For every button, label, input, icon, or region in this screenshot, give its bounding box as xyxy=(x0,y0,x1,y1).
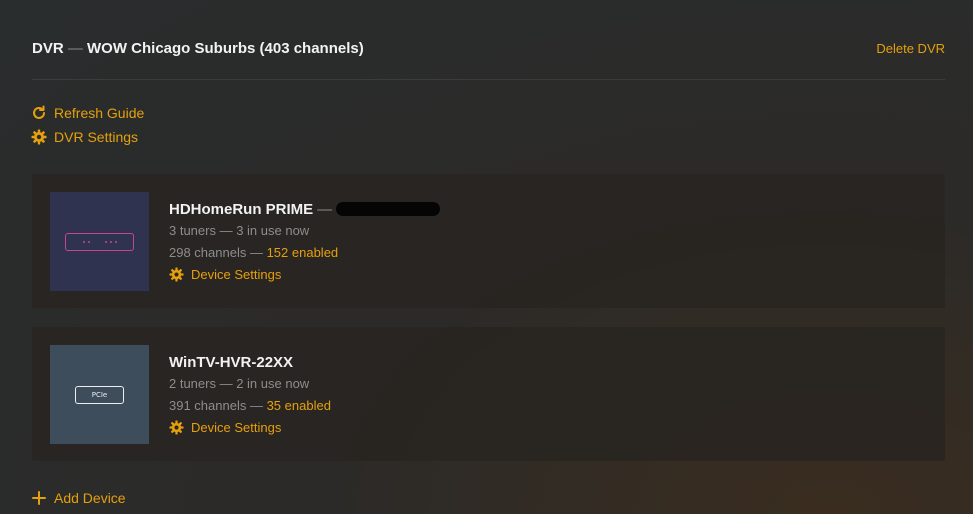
channel-count: 298 channels — 152 enabled xyxy=(169,245,440,263)
channel-total: 391 channels — xyxy=(169,398,263,413)
delete-dvr-link[interactable]: Delete DVR xyxy=(876,41,945,56)
channel-total: 298 channels — xyxy=(169,245,263,260)
title-lineup-name: WOW Chicago Suburbs (403 channels) xyxy=(87,39,364,57)
device-name-separator: — xyxy=(317,200,333,218)
dvr-settings-link[interactable]: DVR Settings xyxy=(31,129,138,145)
dvr-header: DVR — WOW Chicago Suburbs (403 channels)… xyxy=(32,38,945,58)
plus-icon xyxy=(31,490,47,506)
title-dvr: DVR xyxy=(32,39,64,57)
hdhomerun-device-icon xyxy=(50,192,149,291)
tuner-status: 2 tuners — 2 in use now xyxy=(169,376,310,391)
device-settings-link[interactable]: Device Settings xyxy=(169,267,440,282)
gear-icon xyxy=(169,267,184,282)
enabled-channels-link[interactable]: 35 enabled xyxy=(267,398,331,413)
title-separator: — xyxy=(67,39,83,57)
device-settings-label: Device Settings xyxy=(191,267,282,282)
add-device-label: Add Device xyxy=(54,490,126,506)
refresh-guide-link[interactable]: Refresh Guide xyxy=(31,105,144,121)
refresh-icon xyxy=(31,105,47,121)
device-card-wintv: PCIe WinTV-HVR-22XX 2 tuners — 2 in use … xyxy=(32,327,945,461)
device-settings-link[interactable]: Device Settings xyxy=(169,420,331,435)
device-name: HDHomeRun PRIME — xyxy=(169,199,441,219)
device-name: WinTV-HVR-22XX xyxy=(169,352,331,372)
pcie-label: PCIe xyxy=(75,385,124,404)
tuner-status: 3 tuners — 3 in use now xyxy=(169,223,310,238)
channel-count: 391 channels — 35 enabled xyxy=(169,398,331,416)
gear-icon xyxy=(31,129,47,145)
header-divider xyxy=(32,79,945,80)
enabled-channels-link[interactable]: 152 enabled xyxy=(267,245,339,260)
device-settings-label: Device Settings xyxy=(191,420,282,435)
pcie-card-icon: PCIe xyxy=(50,345,149,444)
dvr-settings-label: DVR Settings xyxy=(54,129,139,145)
refresh-guide-label: Refresh Guide xyxy=(54,105,145,121)
page-title: DVR — WOW Chicago Suburbs (403 channels) xyxy=(32,40,364,57)
device-card-hdhomerun: HDHomeRun PRIME — 3 tuners — 3 in use no… xyxy=(32,174,945,308)
gear-icon xyxy=(169,420,184,435)
redacted-id xyxy=(336,202,441,216)
add-device-link[interactable]: Add Device xyxy=(31,490,126,506)
device-name-text: WinTV-HVR-22XX xyxy=(169,353,294,371)
device-name-text: HDHomeRun PRIME xyxy=(169,200,314,218)
